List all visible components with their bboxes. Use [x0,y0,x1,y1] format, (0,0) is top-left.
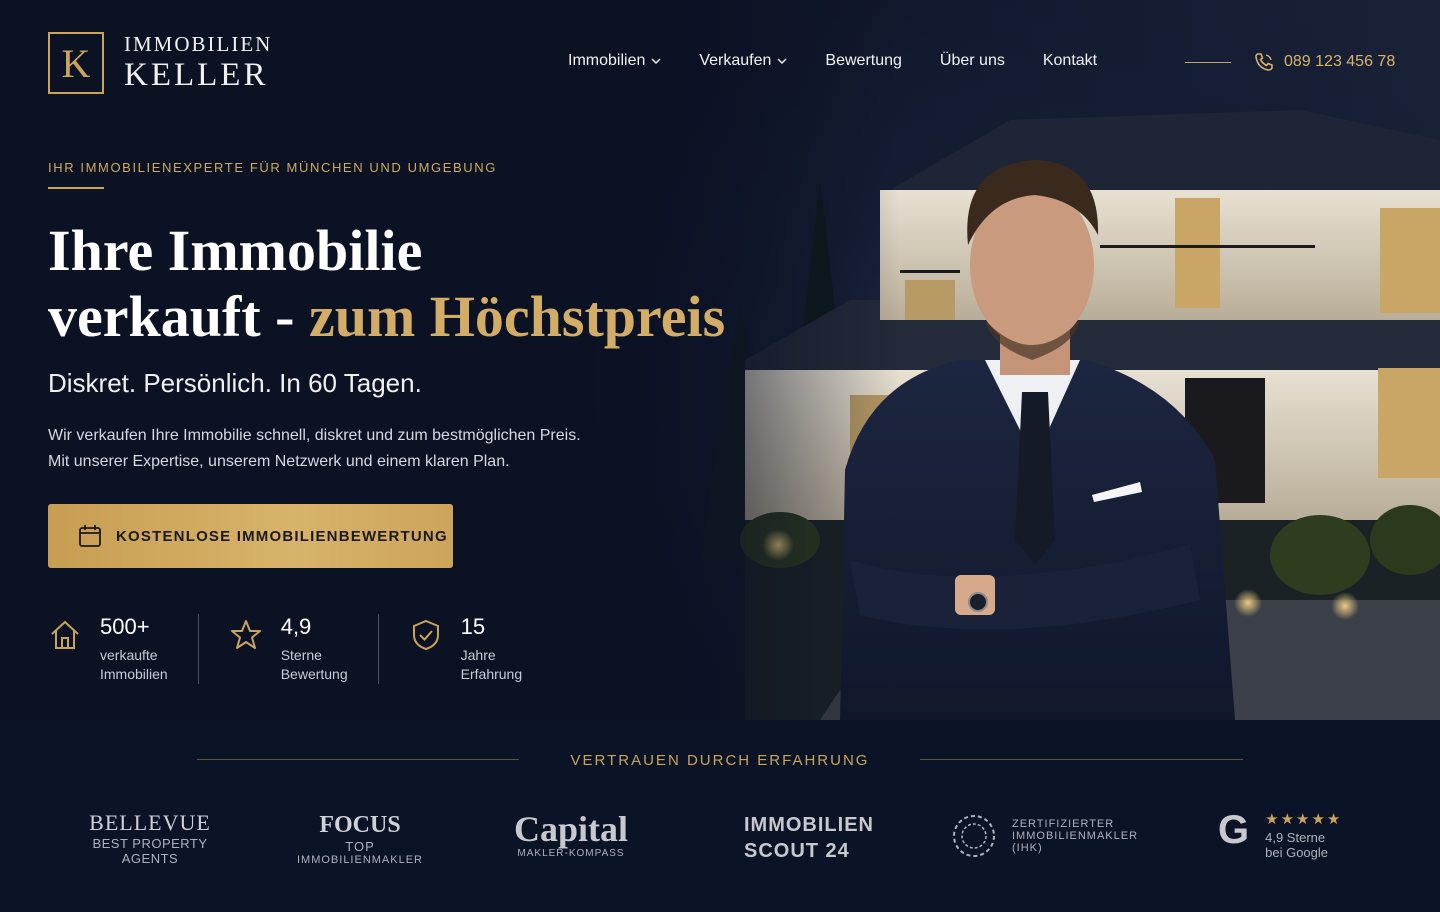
shield-check-icon [412,619,439,651]
phone-icon [1255,53,1273,71]
stats-row: 500+ verkaufte Immobilien 4,9 Sterne Bew… [48,614,582,684]
free-valuation-button[interactable]: KOSTENLOSE IMMOBILIENBEWERTUNG [48,504,453,568]
chevron-down-icon [651,58,661,65]
headline-line2-start: verkauft - [48,284,309,349]
hero-section: K IMMOBILIEN KELLER Immobilien Verkaufen… [0,0,1440,720]
certificate-seal-icon [953,815,995,857]
cta-label: KOSTENLOSE IMMOBILIENBEWERTUNG [116,527,448,545]
house-icon [51,620,79,649]
description-line1: Wir verkaufen Ihre Immobilie schnell, di… [48,427,581,444]
focus-sub2: IMMOBILIENMAKLER [296,854,424,866]
stat-label-2: Immobilien [100,666,168,682]
stat-label-1: Jahre [460,647,496,663]
stat-rating: 4,9 Sterne Bewertung [229,614,379,684]
stat-sold: 500+ verkaufte Immobilien [48,614,199,684]
hero-eyebrow: IHR IMMOBILIENEXPERTE FÜR MÜNCHEN UND UM… [48,160,497,175]
bellevue-name: BELLEVUE [89,810,211,835]
nav-item-verkaufen[interactable]: Verkaufen [699,52,787,70]
nav-item-immobilien[interactable]: Immobilien [568,52,661,70]
partner-focus-logo: FOCUS TOP IMMOBILIENMAKLER [290,812,430,866]
calendar-icon [79,525,101,547]
eyebrow-divider [48,187,104,189]
scout-line1: IMMOBILIEN [744,814,874,836]
stat-value: 500+ [100,614,150,639]
phone-link[interactable]: 089 123 456 78 [1254,52,1395,72]
trust-title: VERTRAUEN DURCH ERFAHRUNG [570,752,870,769]
hero-headline: Ihre Immobilie verkauft - zum Höchstprei… [48,218,725,350]
hero-description: Wir verkaufen Ihre Immobilie schnell, di… [48,423,608,475]
partner-bellevue-logo: BELLEVUE BEST PROPERTY AGENTS [70,810,230,866]
capital-sub: MAKLER-KOMPASS [517,848,625,859]
google-icon: G [1218,808,1250,852]
focus-sub1: TOP [345,839,375,854]
logo-mark: K [48,32,104,94]
stat-value: 15 [460,614,486,639]
google-rating-value: 4,9 Sterne [1265,830,1326,845]
ihk-line1: ZERTIFIZIERTER [1012,818,1115,830]
stat-label-1: verkaufte [100,647,158,663]
nav-label: Kontakt [1042,52,1098,69]
phone-number: 089 123 456 78 [1284,53,1396,70]
hero-image-villa-agent [600,0,1440,720]
nav-label: Bewertung [825,52,902,69]
headline-line1: Ihre Immobilie [48,218,423,283]
google-rating-source: bei Google [1265,845,1329,860]
partner-capital-logo: Capital MAKLER-KOMPASS [500,810,642,859]
partner-ihk-badge: ZERTIFIZIERTER IMMOBILIENMAKLER (IHK) [950,812,1150,860]
nav-label: Über uns [939,52,1005,69]
ihk-line3: (IHK) [1012,842,1043,854]
headline-highlight: zum Höchstpreis [308,284,726,349]
focus-name: FOCUS [319,812,401,838]
nav-item-ueber-uns[interactable]: Über uns [940,52,1005,70]
capital-name: Capital [513,809,628,849]
phone-divider [1185,62,1231,63]
logo-wordmark: IMMOBILIEN KELLER [124,34,272,92]
bellevue-sub1: BEST PROPERTY [92,836,208,851]
stat-experience: 15 Jahre Erfahrung [409,614,552,684]
nav-item-kontakt[interactable]: Kontakt [1043,52,1097,70]
rating-stars: ★★★★★ [1265,811,1343,828]
stat-label-2: Bewertung [280,666,348,682]
chevron-down-icon [777,58,787,65]
partner-immobilienscout-logo: IMMOBILIEN SCOUT 24 [744,814,874,863]
stat-value: 4,9 [280,614,312,639]
stat-label-2: Erfahrung [460,666,523,682]
logo-line1: IMMOBILIEN [124,32,273,56]
logo-line2: KELLER [124,57,269,93]
hero-subheadline: Diskret. Persönlich. In 60 Tagen. [48,368,422,398]
bellevue-sub2: AGENTS [121,851,179,866]
ihk-line2: IMMOBILIENMAKLER [1012,830,1139,842]
scout-line2: SCOUT 24 [744,840,850,862]
logo[interactable]: K IMMOBILIEN KELLER [48,32,272,94]
partner-google-rating: G ★★★★★ 4,9 Sterne bei Google [1218,810,1378,860]
nav-label: Verkaufen [699,52,772,69]
description-line2: Mit unserer Expertise, unserem Netzwerk … [48,453,510,470]
nav-item-bewertung[interactable]: Bewertung [825,52,902,70]
main-nav: Immobilien Verkaufen Bewertung Über uns … [568,52,1135,70]
nav-label: Immobilien [568,52,646,69]
stat-label-1: Sterne [280,647,322,663]
star-icon [230,620,261,649]
